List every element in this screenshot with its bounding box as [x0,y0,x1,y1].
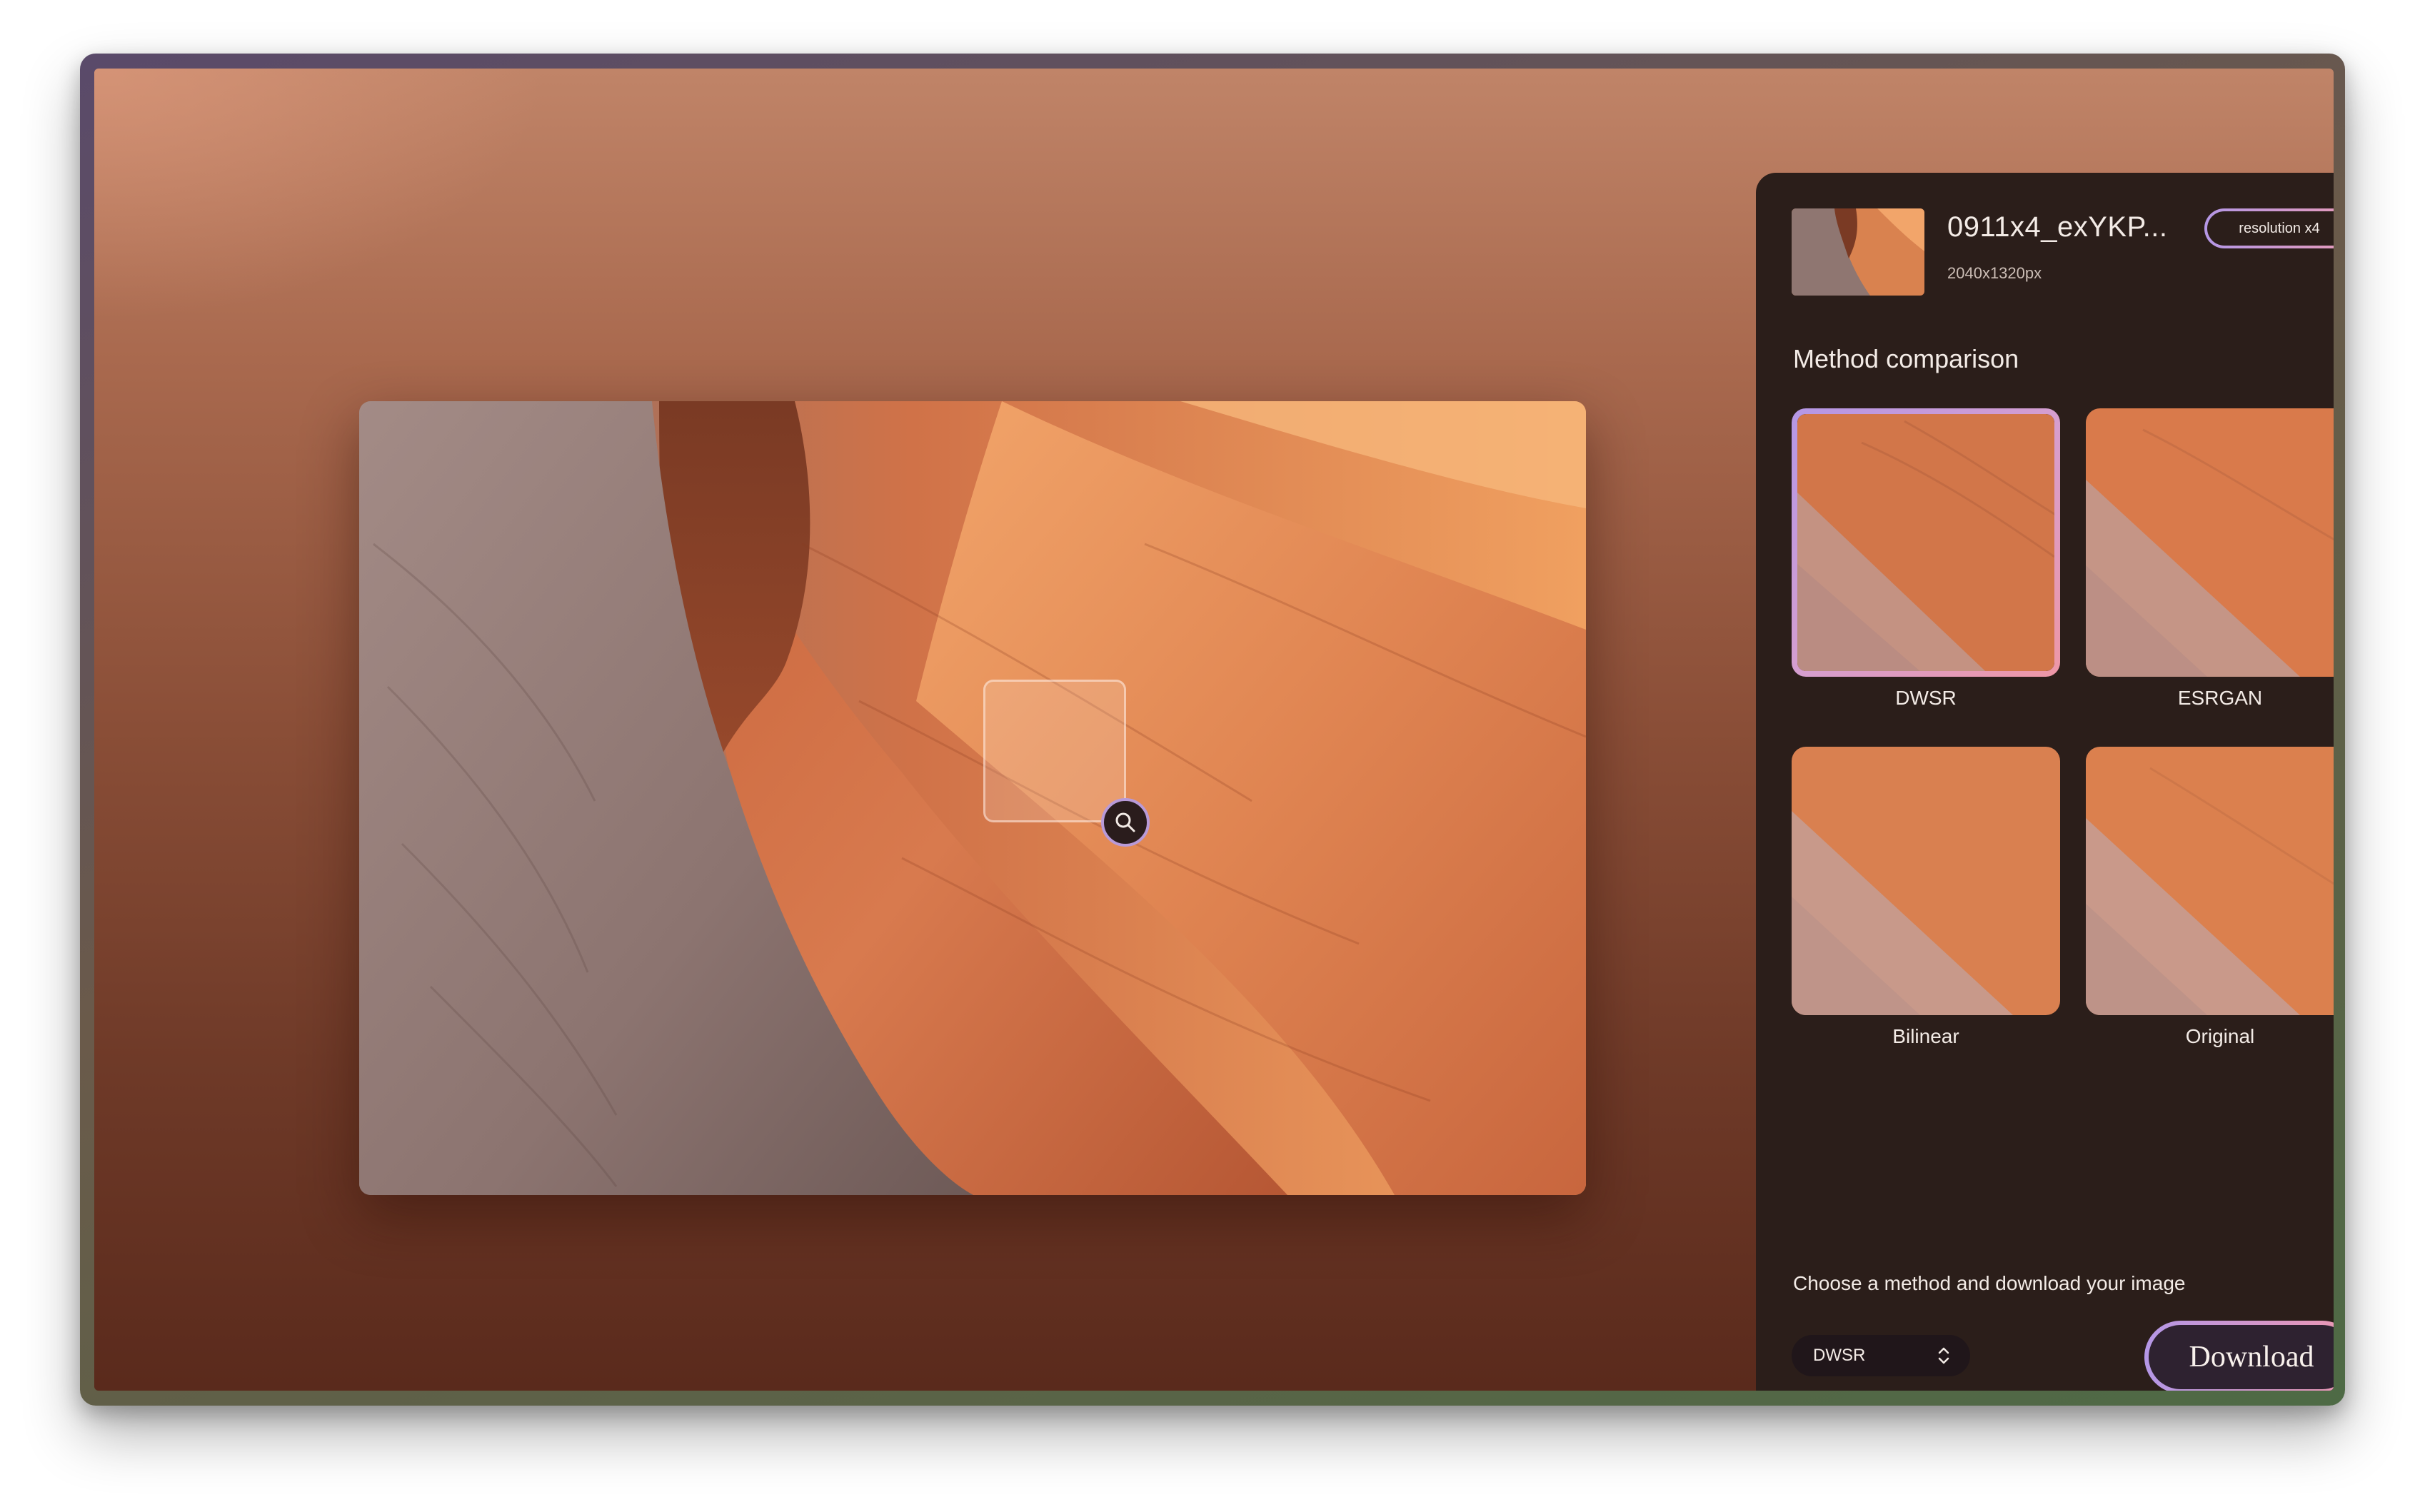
file-name: 0911x4_exYKP... [1947,211,2168,243]
method-card-original[interactable] [2086,747,2334,1015]
method-label-dwsr: DWSR [1895,687,1957,709]
method-card-esrgan[interactable] [2086,408,2334,677]
side-panel: 0911x4_exYKP... 2040x1320px resolution x… [1756,173,2334,1391]
chevron-up-down-icon [1938,1347,1949,1364]
zoom-selection-box[interactable] [983,680,1126,822]
method-select[interactable]: DWSR [1792,1335,1970,1376]
method-card-bilinear[interactable] [1792,747,2060,1015]
download-hint: Choose a method and download your image [1793,1272,2186,1294]
section-title: Method comparison [1793,344,2019,373]
resolution-badge: resolution x4 [2204,208,2334,248]
file-dimensions: 2040x1320px [1947,264,2042,282]
magnifier-icon [1115,812,1135,832]
method-label-original: Original [2185,1025,2255,1047]
method-label-esrgan: ESRGAN [2177,687,2263,709]
method-card-dwsr[interactable] [1792,408,2060,677]
zoom-handle[interactable] [1101,798,1150,847]
method-label-bilinear: Bilinear [1892,1025,1959,1047]
download-button[interactable]: Download [2144,1321,2334,1391]
method-select-value: DWSR [1813,1346,1866,1365]
preview-image[interactable] [359,401,1586,1195]
app-canvas: 0911x4_exYKP... 2040x1320px resolution x… [94,69,2334,1391]
file-thumbnail [1792,208,1924,296]
